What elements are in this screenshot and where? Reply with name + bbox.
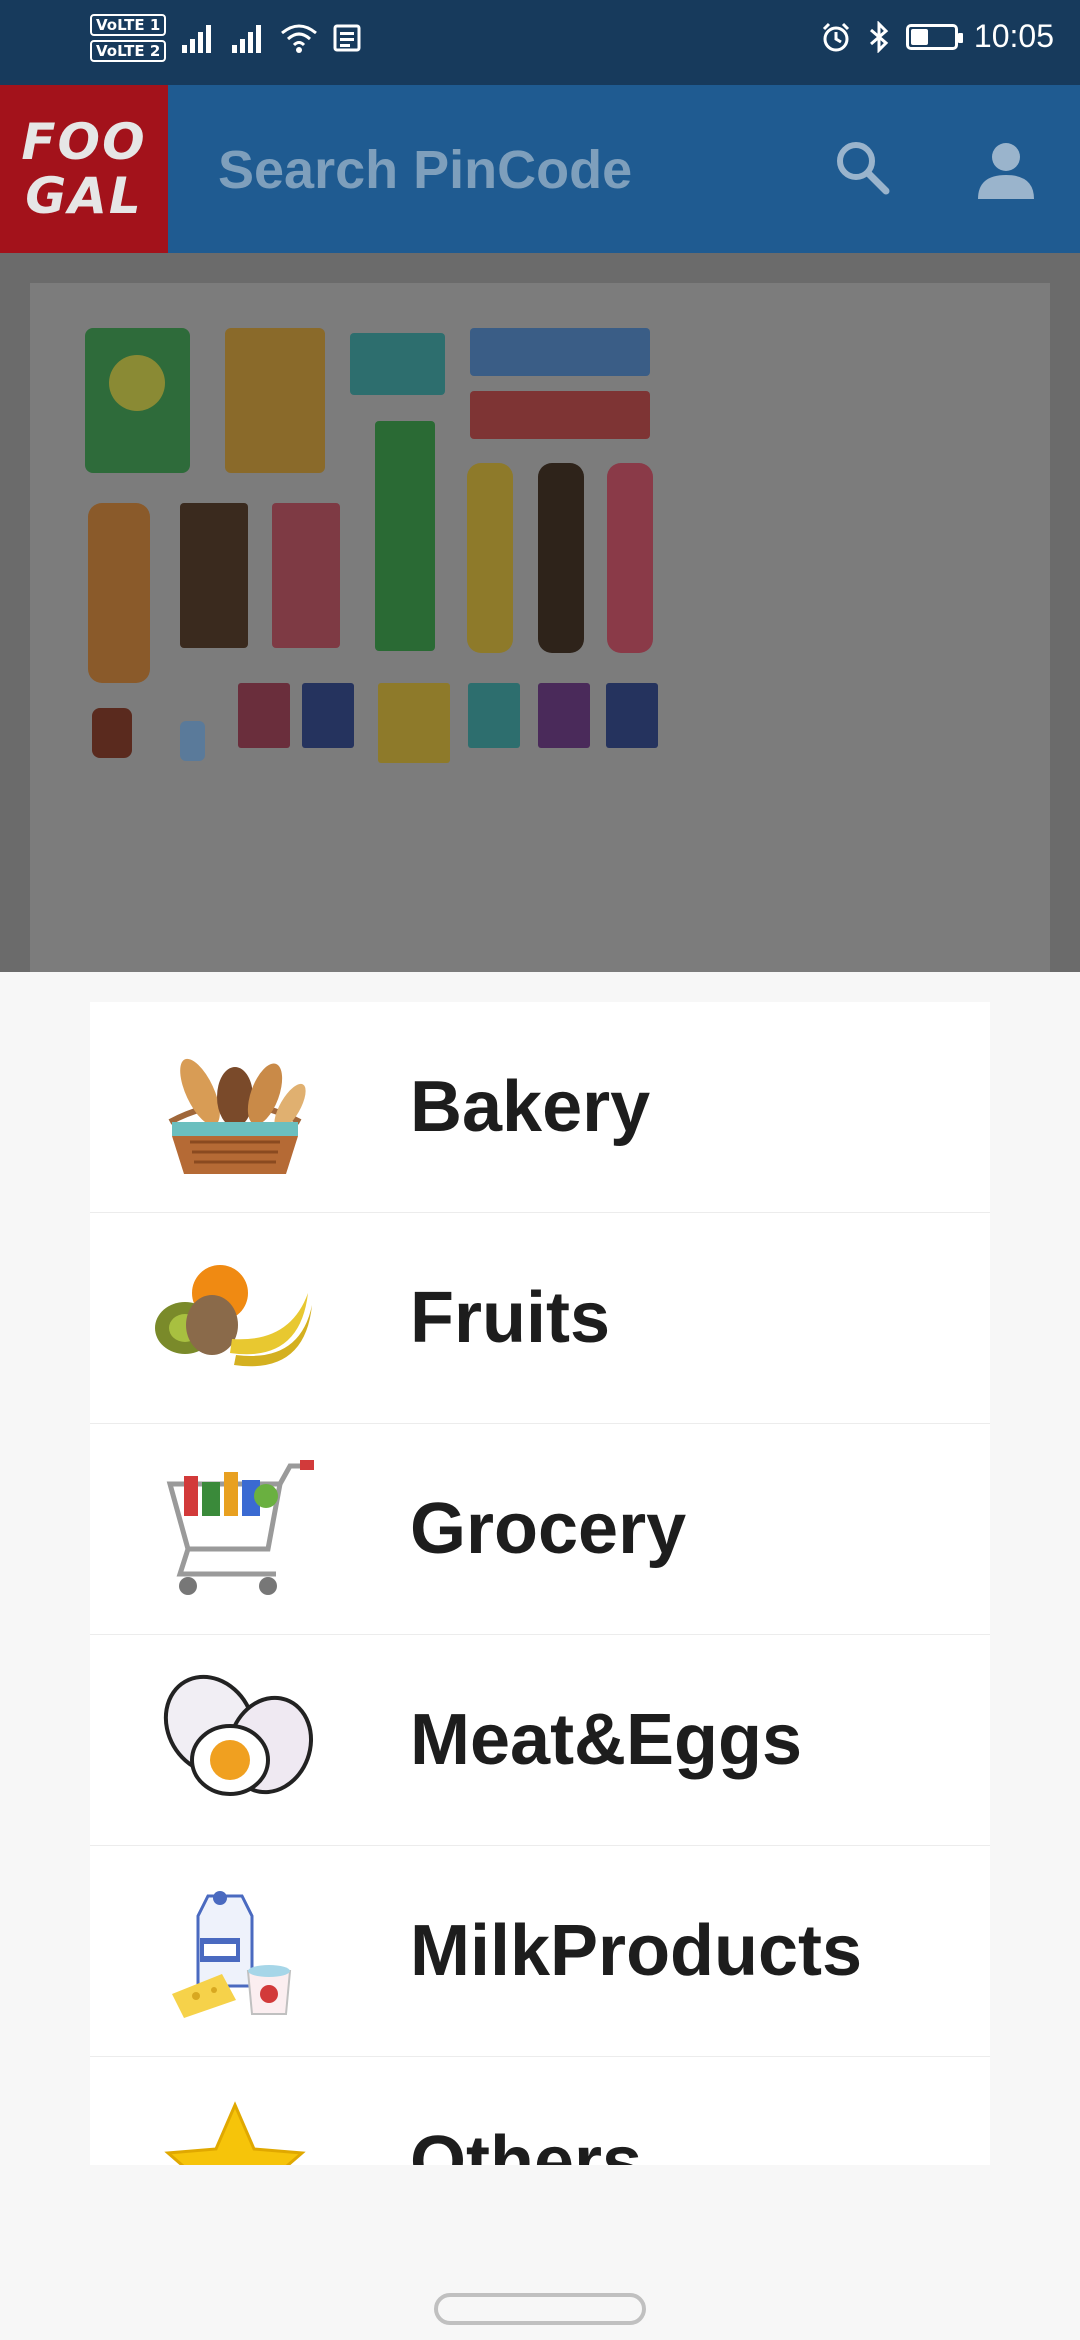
search-icon[interactable] <box>830 135 894 199</box>
status-bar-left: VoLTE 1 VoLTE 2 <box>90 14 362 62</box>
app-logo: FOO GAL <box>0 85 168 253</box>
category-row-meat-eggs[interactable]: Meat&Eggs <box>90 1635 990 1846</box>
category-label: Meat&Eggs <box>410 1700 803 1780</box>
category-label: Grocery <box>410 1489 687 1569</box>
signal-sim2-icon <box>232 25 262 53</box>
category-list: Bakery Fruits Grocery Meat&Eggs MilkProd… <box>90 1002 990 2165</box>
wifi-icon <box>281 24 318 53</box>
logo-line1: FOO <box>21 113 147 171</box>
bluetooth-icon <box>869 20 889 53</box>
status-bar-right: 10:05 <box>820 18 1054 55</box>
eggs-icon <box>150 1665 320 1815</box>
fruits-icon <box>150 1243 320 1393</box>
bread-basket-icon <box>150 1032 320 1182</box>
battery-icon <box>905 23 963 50</box>
status-bar: VoLTE 1 VoLTE 2 10:05 <box>0 0 1080 85</box>
account-icon[interactable] <box>974 137 1038 201</box>
category-label: Fruits <box>410 1278 611 1358</box>
category-sheet: Bakery Fruits Grocery Meat&Eggs MilkProd… <box>0 972 1080 2340</box>
category-row-grocery[interactable]: Grocery <box>90 1424 990 1635</box>
category-row-milk-products[interactable]: MilkProducts <box>90 1846 990 2057</box>
snacks-banner-image <box>30 283 1050 983</box>
signal-sim1-icon <box>182 25 212 53</box>
app-bar: FOO GAL Search PinCode <box>0 85 1080 253</box>
milk-carton-icon <box>150 1876 320 2026</box>
category-row-others[interactable]: Others <box>90 2057 990 2165</box>
volte-sim2: VoLTE 2 <box>90 40 167 62</box>
news-icon <box>333 24 361 52</box>
category-label: Others <box>410 2122 643 2165</box>
volte-indicators: VoLTE 1 VoLTE 2 <box>90 14 167 62</box>
alarm-icon <box>822 22 849 51</box>
battery-fill <box>910 28 928 45</box>
category-row-bakery[interactable]: Bakery <box>90 1002 990 1213</box>
shopping-cart-icon <box>150 1454 320 1604</box>
category-label: Bakery <box>410 1067 651 1147</box>
category-row-fruits[interactable]: Fruits <box>90 1213 990 1424</box>
logo-line2: GAL <box>25 167 143 225</box>
category-label: MilkProducts <box>410 1911 863 1991</box>
search-pincode-field[interactable]: Search PinCode <box>218 139 632 201</box>
volte-sim1: VoLTE 1 <box>90 14 167 36</box>
gesture-nav-handle[interactable] <box>434 2293 646 2325</box>
star-icon <box>150 2087 320 2165</box>
clock: 10:05 <box>973 18 1054 54</box>
